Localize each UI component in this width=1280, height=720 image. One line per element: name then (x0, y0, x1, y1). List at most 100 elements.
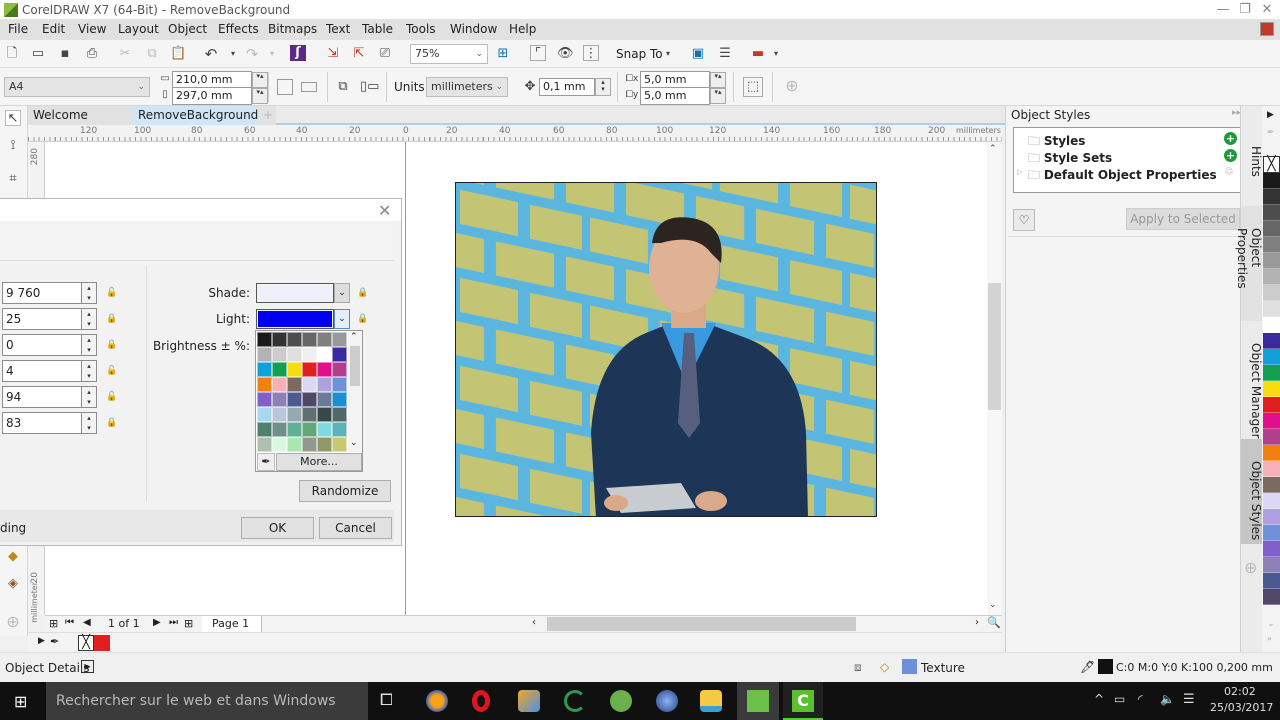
document-color-swatch[interactable] (94, 635, 110, 651)
redo-icon[interactable]: ↷ (244, 46, 260, 62)
scroll-down-icon[interactable]: ⌄ (350, 438, 358, 448)
palette-swatch[interactable] (272, 392, 287, 407)
param-spinner-5[interactable]: ▴ ▾ (82, 386, 97, 408)
import-icon[interactable]: ⇲ (325, 46, 341, 62)
palette-eyedropper-icon[interactable]: ✒ (1267, 128, 1275, 138)
param-spinner-6[interactable]: ▴ ▾ (82, 412, 97, 434)
taskbar-date[interactable]: 25/03/2017 (1210, 701, 1273, 714)
light-dropdown-button[interactable]: ⌄ (334, 309, 350, 329)
palette-swatch[interactable] (287, 377, 302, 392)
texture-param-field-6[interactable]: 83 (2, 412, 82, 434)
palette-swatch[interactable] (1263, 461, 1280, 477)
palette-swatch[interactable] (272, 377, 287, 392)
print-icon[interactable]: ⎙ (84, 46, 100, 62)
duplicate-x-spinner[interactable]: ▾▴ (710, 72, 726, 88)
palette-swatch[interactable] (1263, 301, 1280, 317)
palette-swatch[interactable] (287, 392, 302, 407)
portrait-icon[interactable] (277, 79, 293, 95)
horizontal-scroll-thumb[interactable] (547, 617, 856, 631)
customize-toolbox-icon[interactable]: ⊕ (5, 614, 21, 630)
menu-tools[interactable]: Tools (406, 22, 436, 36)
menu-layout[interactable]: Layout (118, 22, 159, 36)
object-details-toggle-icon[interactable]: ▶ (81, 660, 94, 673)
task-view-icon[interactable]: ⧠ (380, 690, 393, 710)
palette-scrollbar[interactable]: ⌃ ⌄ (348, 332, 362, 452)
palette-swatch[interactable] (1263, 237, 1280, 253)
palette-swatch[interactable] (302, 437, 317, 452)
redo-dropdown-icon[interactable]: ▾ (264, 46, 280, 62)
tab-object-manager[interactable]: Object Manager (1241, 321, 1263, 441)
smart-fill-icon[interactable]: ◈ (5, 576, 21, 592)
unlock-icon[interactable]: 🔓 (106, 288, 117, 299)
landscape-icon[interactable] (301, 82, 317, 92)
undo-icon[interactable]: ↶ (203, 46, 219, 62)
welcome-dropdown-icon[interactable]: ▾ (768, 46, 784, 62)
publish-pdf-icon[interactable]: ⎚ (377, 46, 393, 62)
palette-swatch[interactable] (1263, 413, 1280, 429)
palette-swatch[interactable] (332, 407, 347, 422)
palette-swatch[interactable] (332, 362, 347, 377)
palette-swatch[interactable] (1263, 365, 1280, 381)
palette-swatch[interactable] (302, 362, 317, 377)
copy-icon[interactable]: ⧉ (144, 46, 160, 62)
zoom-navigator-icon[interactable]: 🔍 (987, 616, 1001, 629)
taskbar-search-box[interactable]: Rechercher sur le web et dans Windows (46, 682, 368, 720)
palette-flyout-icon[interactable]: ▶ (38, 636, 45, 646)
unlock-icon[interactable]: 🔓 (106, 392, 117, 403)
palette-swatch[interactable] (1263, 509, 1280, 525)
texture-fill-swatch[interactable] (902, 659, 917, 674)
palette-swatch[interactable] (332, 377, 347, 392)
scroll-right-icon[interactable]: › (975, 617, 979, 628)
param-spinner-1[interactable]: ▴ ▾ (82, 282, 97, 304)
menu-table[interactable]: Table (362, 22, 393, 36)
cut-icon[interactable]: ✂ (117, 46, 133, 62)
palette-swatch[interactable] (257, 437, 272, 452)
close-button[interactable]: ✕ (1256, 1, 1278, 19)
browser-globe-icon[interactable] (656, 690, 678, 712)
palette-swatch[interactable] (302, 377, 317, 392)
windows-start-icon[interactable]: ⊞ (14, 692, 27, 711)
palette-swatch[interactable] (1263, 477, 1280, 493)
menu-help[interactable]: Help (509, 22, 536, 36)
ok-button[interactable]: OK (241, 517, 314, 539)
add-style-set-icon[interactable]: + (1224, 149, 1237, 162)
palette-swatch[interactable] (1263, 189, 1280, 205)
texture-param-field-5[interactable]: 94 (2, 386, 82, 408)
apply-to-selected-button[interactable]: Apply to Selected (1126, 208, 1240, 230)
scroll-down-icon[interactable]: ⌄ (989, 600, 997, 610)
palette-swatch[interactable] (1263, 221, 1280, 237)
pick-tool-icon[interactable]: ↖ (5, 110, 21, 126)
zoom-level-select[interactable]: 75% ⌄ (410, 44, 488, 64)
param-spinner-4[interactable]: ▴ ▾ (82, 360, 97, 382)
app-share-icon[interactable] (610, 690, 632, 712)
opera-icon[interactable] (472, 690, 490, 712)
lock-icon[interactable]: 🔒 (357, 288, 368, 299)
palette-scroll-down-icon[interactable]: ⌄ (1267, 619, 1275, 629)
palette-swatch[interactable] (287, 422, 302, 437)
grid-icon[interactable]: 👁 (557, 46, 574, 62)
palette-swatch[interactable] (1263, 541, 1280, 557)
volume-icon[interactable]: 🔈 (1160, 692, 1175, 706)
palette-swatch[interactable] (302, 332, 317, 347)
palette-swatch[interactable] (302, 407, 317, 422)
palette-swatch[interactable] (1263, 589, 1280, 605)
shade-dropdown-button[interactable]: ⌄ (334, 283, 350, 303)
palette-swatch[interactable] (257, 362, 272, 377)
no-fill-swatch[interactable]: ╳ (1263, 156, 1280, 173)
show-hidden-icons[interactable]: ^ (1094, 692, 1104, 706)
lock-icon[interactable]: 🔒 (357, 314, 368, 325)
menu-object[interactable]: Object (168, 22, 207, 36)
app-green-swirl-icon[interactable] (564, 690, 586, 712)
tab-object-styles[interactable]: Object Styles (1241, 439, 1263, 544)
palette-swatch[interactable] (317, 362, 332, 377)
nudge-distance-field[interactable]: 0,1 mm (539, 78, 595, 96)
duplicate-y-spinner[interactable]: ▾▴ (710, 88, 726, 104)
new-document-icon[interactable]: 🗋 (4, 46, 20, 62)
palette-swatch[interactable] (1263, 269, 1280, 285)
palette-swatch[interactable] (332, 422, 347, 437)
options-icon[interactable]: ☰ (717, 46, 733, 62)
palette-swatch[interactable] (1263, 429, 1280, 445)
palette-menu-icon[interactable]: ▶ (1267, 110, 1274, 120)
color-proof-icon[interactable]: ⧈ (854, 660, 862, 675)
menu-window[interactable]: Window (450, 22, 497, 36)
